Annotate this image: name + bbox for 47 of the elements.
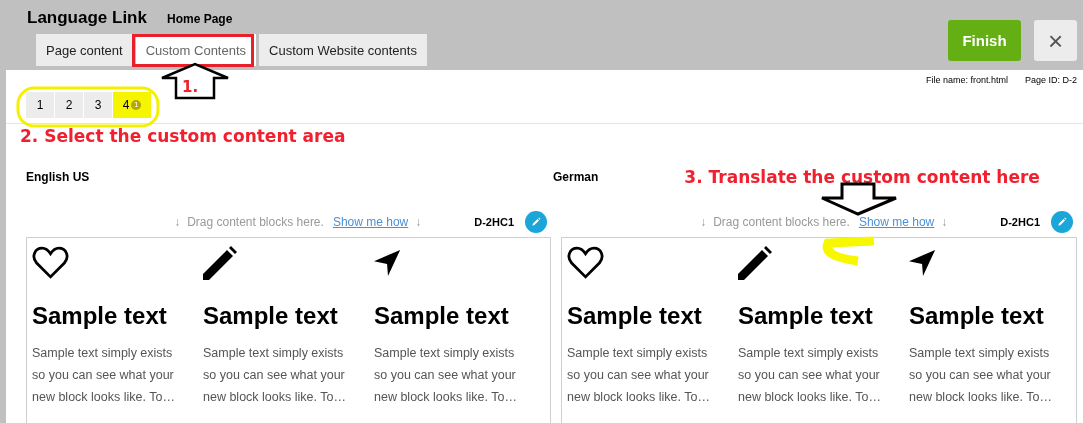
drop-hint: Drag content blocks here. [713, 215, 850, 229]
close-button[interactable]: × [1034, 20, 1077, 61]
block-title: Sample text [32, 301, 168, 331]
annotation-text: 3. Translate the custom content here [684, 167, 1040, 187]
up-arrow-annotation: 1. [160, 62, 230, 100]
pencil-icon [203, 246, 239, 280]
language-label: English US [26, 170, 90, 184]
block-id: D-2HC1 [474, 216, 514, 228]
tab[interactable]: Custom Website contents [259, 34, 427, 66]
show-me-how-link[interactable]: Show me how [858, 215, 935, 229]
block-text: Sample text simply exists so you can see what your new block looks like. To… [738, 345, 882, 406]
page-id: Page ID: D-2 [1024, 75, 1077, 85]
block-text: Sample text simply exists so you can see what your new block looks like. To… [909, 345, 1053, 406]
heart-icon [32, 246, 69, 280]
language-label: German [553, 170, 599, 184]
block-title: Sample text [909, 301, 1045, 331]
drop-hint: Drag content blocks here. [187, 215, 324, 229]
show-me-how-link[interactable]: Show me how [332, 215, 409, 229]
block-text: Sample text simply exists so you can see what your new block looks like. To… [567, 345, 711, 406]
edit-button[interactable] [1051, 211, 1073, 233]
pencil-icon [1056, 216, 1068, 228]
count-badge: 1 [131, 100, 142, 110]
area-tab[interactable]: 2 [55, 92, 83, 118]
block-title: Sample text [374, 301, 510, 331]
area-tab[interactable]: 3 [84, 92, 112, 118]
page-title: Home Page [166, 12, 233, 26]
pencil-icon [530, 216, 542, 228]
block-title: Sample text [203, 301, 339, 331]
block-text: Sample text simply exists so you can see what your new block looks like. To… [203, 345, 347, 406]
block-title: Sample text [738, 301, 874, 331]
area-tab[interactable]: 1 [26, 92, 54, 118]
area-tab[interactable]: 4 1 [113, 92, 151, 118]
down-arrow-icon: ↓ [941, 215, 948, 229]
annotation-text: 2. Select the custom content area [20, 126, 346, 146]
tab[interactable]: Page content [36, 34, 133, 66]
block-title: Sample text [567, 301, 703, 331]
pencil-icon [738, 246, 774, 280]
block-text: Sample text simply exists so you can see what your new block looks like. To… [32, 345, 176, 406]
edit-button[interactable] [525, 211, 547, 233]
heart-icon [567, 246, 604, 280]
app-title: Language Link [27, 8, 147, 28]
down-arrow-icon: ↓ [174, 215, 181, 229]
file-name: File name: front.html [925, 75, 1008, 85]
block-text: Sample text simply exists so you can see what your new block looks like. To… [374, 345, 518, 406]
down-arrow-icon: ↓ [415, 215, 422, 229]
down-arrow-icon: ↓ [700, 215, 707, 229]
block-id: D-2HC1 [1000, 216, 1040, 228]
